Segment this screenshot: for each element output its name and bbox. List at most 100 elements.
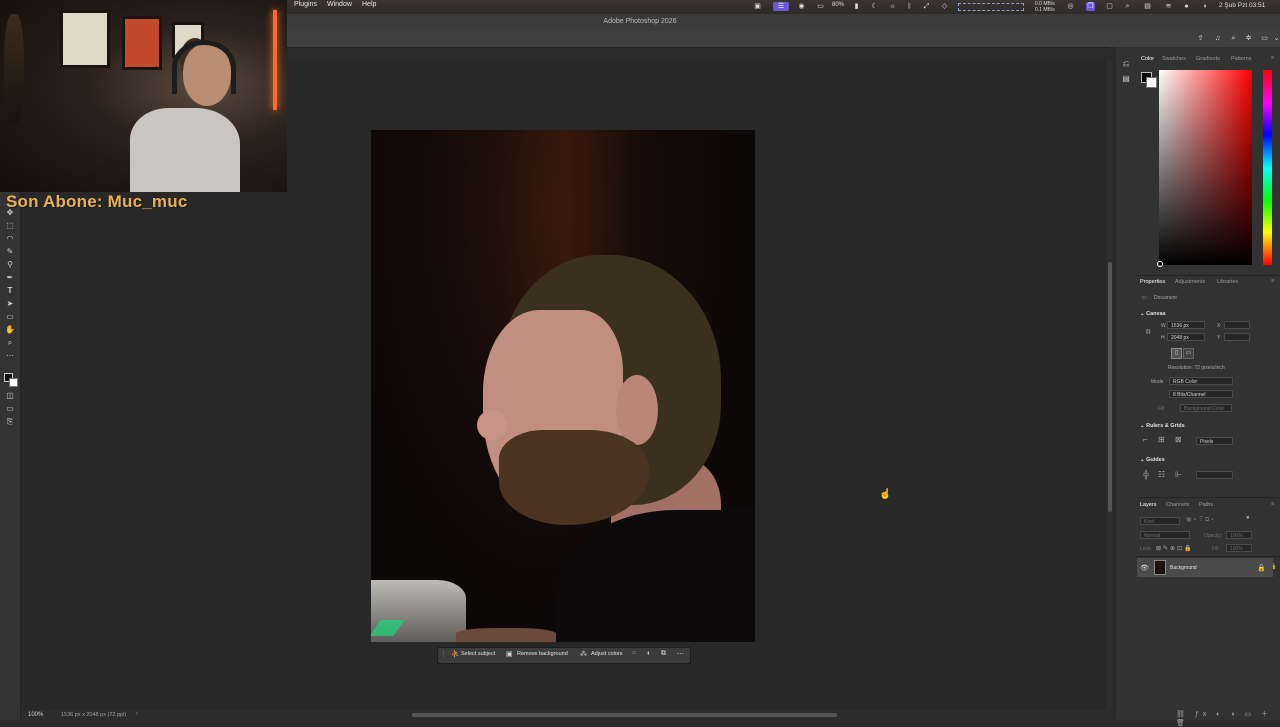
x-field[interactable]	[1224, 321, 1250, 329]
background-color-chip[interactable]	[1146, 77, 1157, 88]
control-center-icon[interactable]: ▤	[1143, 2, 1152, 11]
filter-toggle-icon[interactable]: ●	[1246, 515, 1250, 521]
tab-layers[interactable]: Layers	[1140, 502, 1157, 508]
hue-slider[interactable]	[1263, 70, 1272, 265]
tab-channels[interactable]: Channels	[1166, 502, 1189, 508]
select-subject-button[interactable]: Select subject	[461, 651, 495, 657]
layer-fill-field[interactable]: 100%	[1226, 544, 1252, 552]
quick-mask-icon[interactable]: ◫	[4, 390, 16, 401]
path-select-tool-icon[interactable]: ➤	[4, 298, 16, 309]
tab-libraries[interactable]: Libraries	[1217, 279, 1238, 285]
document-info[interactable]: 1536 px x 2048 px (72 ppi)	[61, 712, 126, 718]
menu-help[interactable]: Help	[362, 1, 376, 8]
height-field[interactable]: 2048 px	[1167, 333, 1205, 341]
search-app-icon[interactable]: ⌕	[1229, 34, 1238, 43]
color-picker-handle[interactable]	[1157, 261, 1163, 267]
workspace-icon[interactable]: ▭	[1260, 34, 1269, 43]
notification-bell-icon[interactable]: ♫	[1213, 34, 1222, 43]
y-field[interactable]	[1224, 333, 1250, 341]
search-icon[interactable]: ⌕	[1123, 2, 1132, 11]
mode-select[interactable]: RGB Color	[1169, 377, 1233, 385]
tab-properties[interactable]: Properties	[1140, 279, 1165, 285]
bluetooth-icon[interactable]: ᛒ	[905, 2, 914, 11]
more-tools-icon[interactable]: ⋯	[4, 350, 16, 361]
hand-tool-icon[interactable]: ✋	[4, 324, 16, 335]
landscape-orientation-icon[interactable]: ▭	[1183, 348, 1194, 359]
lock-icons[interactable]: ⊠✎⊕⊡🔒	[1156, 545, 1194, 552]
more-options-icon[interactable]: ⋯	[677, 650, 684, 658]
layer-kind-filter[interactable]: Kind	[1140, 517, 1180, 525]
layer-actions-icons[interactable]: ⛓ ƒx ◐ ◑ ▭ ＋ 🗑	[1176, 709, 1280, 727]
edit-toolbar-icon[interactable]: ⎘	[4, 416, 16, 427]
guide-layout-icon[interactable]: ☷	[1158, 470, 1165, 479]
moon-icon[interactable]: ☾	[870, 2, 879, 11]
lasso-tool-icon[interactable]: ◠	[4, 233, 16, 244]
active-app-icon[interactable]: ☰	[773, 2, 789, 11]
drive-icon[interactable]: ▭	[816, 2, 825, 11]
fill-select[interactable]: Background Color	[1180, 404, 1232, 412]
guides-toggle-icon[interactable]: ╬	[1143, 470, 1149, 479]
layers-menu-icon[interactable]: ≡	[1271, 501, 1274, 507]
opacity-field[interactable]: 100%	[1226, 531, 1252, 539]
drag-handle-icon[interactable]: ⋮	[440, 650, 447, 658]
transform-icon[interactable]: ⧉	[661, 650, 666, 658]
status-circle-icon[interactable]: ◉	[797, 2, 806, 11]
remove-background-button[interactable]: Remove background	[517, 651, 568, 657]
bit-depth-select[interactable]: 8 Bits/Channel	[1169, 390, 1233, 398]
record-icon[interactable]: ◎	[1066, 2, 1075, 11]
menu-window[interactable]: Window	[327, 1, 352, 8]
background-color-swatch[interactable]	[9, 378, 18, 387]
share-icon[interactable]: ⇪	[1196, 34, 1205, 43]
portrait-orientation-icon[interactable]: ▯	[1171, 348, 1182, 359]
generative-icon[interactable]: ⌗	[632, 650, 636, 658]
type-tool-icon[interactable]: T	[4, 285, 16, 296]
properties-menu-icon[interactable]: ≡	[1271, 278, 1274, 284]
tab-swatches[interactable]: Swatches	[1162, 56, 1186, 62]
pixel-grid-icon[interactable]: ⊠	[1175, 435, 1182, 444]
pen-tool-icon[interactable]: ✒	[4, 272, 16, 283]
guides-section-header[interactable]: ⌄ Guides	[1140, 457, 1165, 463]
guide-style-select[interactable]	[1196, 471, 1233, 479]
sun-icon[interactable]: ☼	[888, 2, 897, 11]
siri-icon[interactable]: ●	[1182, 2, 1191, 11]
more-icon[interactable]: ⌄	[1272, 34, 1280, 43]
discover-icon[interactable]: ✲	[1244, 34, 1253, 43]
stamp-tool-icon[interactable]: ⚲	[4, 259, 16, 270]
stage-icon[interactable]: ❐	[1086, 2, 1095, 11]
tab-gradients[interactable]: Gradients	[1196, 56, 1220, 62]
wifi-icon[interactable]: ≋	[1164, 2, 1173, 11]
background-lock-icon[interactable]: 🔒	[1257, 564, 1266, 572]
expand-icon[interactable]: ⤢	[922, 2, 931, 11]
canvas-section-header[interactable]: ⌄ Canvas	[1140, 311, 1166, 317]
blend-mode-select[interactable]: Normal	[1140, 531, 1190, 539]
battery-icon[interactable]: ▮	[852, 2, 861, 11]
canvas-photo[interactable]	[371, 130, 755, 642]
zoom-tool-icon[interactable]: ⌕	[4, 337, 16, 348]
tab-color[interactable]: Color	[1141, 56, 1154, 62]
screen-record-icon[interactable]: ▣	[753, 2, 762, 11]
adjust-colors-button[interactable]: Adjust colors	[591, 651, 623, 657]
layer-filter-icons[interactable]: ▣◐T⧉▪	[1186, 516, 1215, 524]
status-arrow-icon[interactable]: ›	[136, 711, 138, 717]
new-guide-icon[interactable]: ⊩	[1175, 470, 1182, 479]
tab-adjustments[interactable]: Adjustments	[1175, 279, 1205, 285]
ruler-units-select[interactable]: Pixels	[1196, 437, 1233, 445]
screen-mode-icon[interactable]: ▭	[4, 403, 16, 414]
grid-toggle-icon[interactable]: ⊞	[1158, 435, 1165, 444]
link-icon[interactable]: ⛓	[1145, 329, 1151, 335]
horizontal-scrollbar-thumb[interactable]	[412, 713, 837, 717]
tab-paths[interactable]: Paths	[1199, 502, 1213, 508]
toggle-icon[interactable]: ◑	[1200, 2, 1209, 11]
history-panel-icon[interactable]: ⎌	[1120, 58, 1132, 69]
layer-name[interactable]: Background	[1170, 565, 1197, 571]
comments-panel-icon[interactable]: ▤	[1120, 73, 1132, 84]
color-picker-field[interactable]	[1159, 70, 1252, 265]
rectangle-tool-icon[interactable]: ▭	[4, 311, 16, 322]
wifi-signal-icon[interactable]: ◇	[940, 2, 949, 11]
panel-menu-icon[interactable]: ≡	[1271, 55, 1274, 61]
rulers-toggle-icon[interactable]: ⌐	[1143, 435, 1148, 444]
tab-patterns[interactable]: Patterns	[1231, 56, 1251, 62]
menu-plugins[interactable]: Plugins	[294, 1, 317, 8]
zoom-level[interactable]: 100%	[28, 712, 43, 718]
adjustment-layer-icon[interactable]: ◐	[647, 650, 651, 657]
